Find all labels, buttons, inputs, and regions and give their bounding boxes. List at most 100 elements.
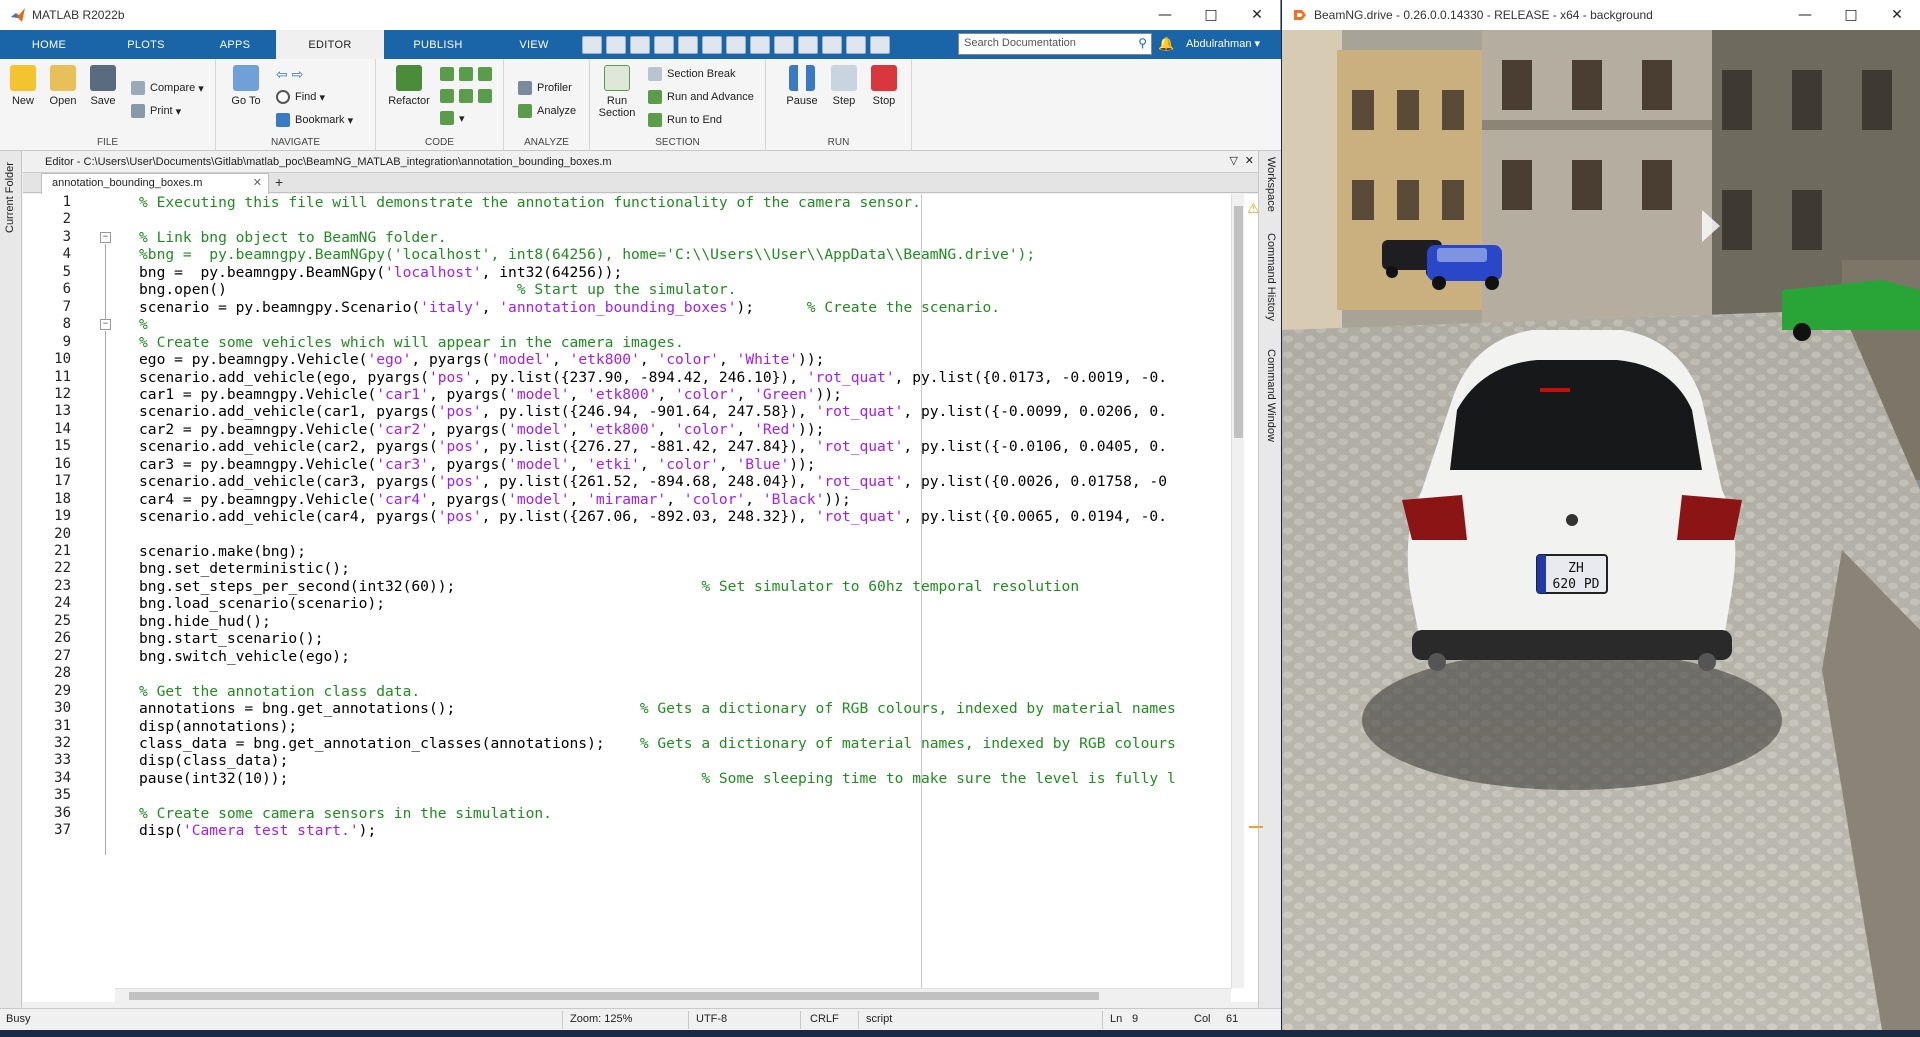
code-line[interactable]: scenario.add_vehicle(car3, pyargs('pos',… bbox=[139, 473, 1167, 490]
current-folder-label[interactable]: Current Folder bbox=[4, 162, 16, 233]
fold-toggle-icon[interactable]: − bbox=[100, 319, 111, 331]
qat-button[interactable] bbox=[774, 35, 794, 54]
run-to-end-button[interactable]: Run to End bbox=[648, 111, 722, 129]
file-tab[interactable]: annotation_bounding_boxes.m ✕ bbox=[41, 173, 269, 194]
code-line[interactable]: scenario.make(bng); bbox=[139, 543, 306, 560]
code-line[interactable]: class_data = bng.get_annotation_classes(… bbox=[139, 735, 1176, 752]
code-tools-row-1[interactable] bbox=[440, 65, 497, 83]
code-line[interactable]: % Link bng object to BeamNG folder. bbox=[139, 229, 447, 246]
code-tools-row-3[interactable]: ▾ bbox=[440, 109, 465, 127]
qat-button[interactable] bbox=[846, 35, 866, 54]
code-line[interactable]: disp(annotations); bbox=[139, 718, 297, 735]
beamng-minimize-icon[interactable]: — bbox=[1782, 0, 1828, 30]
open-button[interactable]: Open bbox=[43, 65, 83, 107]
code-editor[interactable]: 1 2 3 4 5 6 7 8 9 10 11 12 13 14 15 16 17 18 19 20 21 22 23 24 2… bbox=[23, 194, 1263, 1002]
qat-button[interactable] bbox=[750, 35, 770, 54]
step-button[interactable]: Step bbox=[824, 65, 864, 107]
code-line[interactable]: scenario.add_vehicle(car4, pyargs('pos',… bbox=[139, 508, 1167, 525]
find-button[interactable]: Find ▾ bbox=[276, 88, 325, 106]
code-line[interactable]: car1 = py.beamngpy.Vehicle('car1', pyarg… bbox=[139, 386, 842, 403]
section-break-button[interactable]: Section Break bbox=[648, 65, 735, 83]
qat-button[interactable] bbox=[654, 35, 674, 54]
code-line[interactable]: disp(class_data); bbox=[139, 752, 288, 769]
bell-icon[interactable]: 🔔 bbox=[1158, 36, 1174, 52]
qat-button[interactable] bbox=[726, 35, 746, 54]
code-line[interactable]: bng.start_scenario(); bbox=[139, 630, 324, 647]
save-button[interactable]: Save bbox=[83, 65, 123, 107]
horizontal-scroll-thumb[interactable] bbox=[129, 992, 1099, 1000]
fold-toggle-icon[interactable]: − bbox=[100, 231, 111, 243]
code-line[interactable]: bng.load_scenario(scenario); bbox=[139, 595, 385, 612]
minimize-icon[interactable]: — bbox=[1142, 0, 1188, 30]
back-forward-buttons[interactable]: ⇦ ⇨ bbox=[276, 65, 303, 83]
vertical-scrollbar[interactable] bbox=[1231, 194, 1244, 988]
code-line[interactable]: scenario = py.beamngpy.Scenario('italy',… bbox=[139, 299, 1000, 316]
profiler-button[interactable]: Profiler bbox=[518, 79, 572, 97]
tab-view[interactable]: VIEW bbox=[492, 30, 576, 59]
code-line[interactable]: disp('Camera test start.'); bbox=[139, 822, 376, 839]
search-icon[interactable]: ⚲ bbox=[1138, 36, 1147, 50]
tab-apps[interactable]: APPS bbox=[194, 30, 276, 59]
code-line[interactable]: bng.switch_vehicle(ego); bbox=[139, 648, 350, 665]
game-viewport[interactable]: ZH 620 PD bbox=[1282, 30, 1920, 1030]
beamng-titlebar[interactable]: BeamNG.drive - 0.26.0.0.14330 - RELEASE … bbox=[1282, 0, 1920, 30]
code-line[interactable]: bng.set_deterministic(); bbox=[139, 560, 350, 577]
qat-button[interactable] bbox=[870, 35, 890, 54]
code-line[interactable]: annotations = bng.get_annotations(); % G… bbox=[139, 700, 1176, 717]
code-line[interactable]: % bbox=[139, 316, 148, 333]
compare-button[interactable]: Compare ▾ bbox=[131, 79, 204, 97]
code-line[interactable]: % Get the annotation class data. bbox=[139, 683, 420, 700]
code-view[interactable]: % Executing this file will demonstrate t… bbox=[115, 194, 1231, 988]
code-line[interactable]: scenario.add_vehicle(ego, pyargs('pos', … bbox=[139, 369, 1167, 386]
close-icon[interactable]: ✕ bbox=[1234, 0, 1280, 30]
code-line[interactable]: ego = py.beamngpy.Vehicle('ego', pyargs(… bbox=[139, 351, 824, 368]
user-menu[interactable]: Abdulrahman ▾ bbox=[1186, 37, 1260, 50]
matlab-titlebar[interactable]: MATLAB R2022b — □ ✕ bbox=[0, 0, 1280, 30]
search-documentation-input[interactable]: Search Documentation ⚲ bbox=[958, 33, 1152, 55]
run-section-button[interactable]: Run Section bbox=[594, 65, 640, 119]
qat-button[interactable] bbox=[822, 35, 842, 54]
editor-close-icon[interactable]: ✕ bbox=[1245, 154, 1254, 167]
code-line[interactable]: car4 = py.beamngpy.Vehicle('car4', pyarg… bbox=[139, 491, 851, 508]
code-line[interactable]: scenario.add_vehicle(car2, pyargs('pos',… bbox=[139, 438, 1167, 455]
code-line[interactable]: bng.hide_hud(); bbox=[139, 613, 271, 630]
editor-options-icon[interactable]: ▽ bbox=[1230, 154, 1238, 167]
horizontal-scrollbar[interactable] bbox=[115, 988, 1231, 1002]
code-line[interactable]: pause(int32(10)); % Some sleeping time t… bbox=[139, 770, 1176, 787]
print-button[interactable]: Print ▾ bbox=[131, 102, 181, 120]
tab-home[interactable]: HOME bbox=[0, 30, 98, 59]
code-line[interactable]: scenario.add_vehicle(car1, pyargs('pos',… bbox=[139, 403, 1167, 420]
command-window-label[interactable]: Command Window bbox=[1265, 349, 1277, 442]
analyze-button[interactable]: Analyze bbox=[518, 102, 576, 120]
maximize-icon[interactable]: □ bbox=[1188, 0, 1234, 30]
current-folder-strip[interactable]: Current Folder bbox=[0, 151, 22, 1011]
warning-marker[interactable] bbox=[1249, 826, 1263, 828]
stop-button[interactable]: Stop bbox=[864, 65, 904, 107]
code-line[interactable]: car3 = py.beamngpy.Vehicle('car3', pyarg… bbox=[139, 456, 816, 473]
qat-button[interactable] bbox=[582, 35, 602, 54]
command-history-label[interactable]: Command History bbox=[1265, 233, 1277, 321]
bookmark-button[interactable]: Bookmark ▾ bbox=[276, 111, 353, 129]
goto-button[interactable]: Go To bbox=[226, 65, 266, 107]
run-and-advance-button[interactable]: Run and Advance bbox=[648, 88, 754, 106]
close-tab-icon[interactable]: ✕ bbox=[253, 176, 262, 189]
tab-publish[interactable]: PUBLISH bbox=[384, 30, 492, 59]
new-tab-icon[interactable]: + bbox=[275, 174, 283, 190]
code-line[interactable]: bng.set_steps_per_second(int32(60)); % S… bbox=[139, 578, 1079, 595]
code-line[interactable]: car2 = py.beamngpy.Vehicle('car2', pyarg… bbox=[139, 421, 824, 438]
code-line[interactable]: bng.open() % Start up the simulator. bbox=[139, 281, 736, 298]
qat-button[interactable] bbox=[798, 35, 818, 54]
new-button[interactable]: New bbox=[3, 65, 43, 107]
code-line[interactable]: % Executing this file will demonstrate t… bbox=[139, 194, 921, 211]
qat-button[interactable] bbox=[702, 35, 722, 54]
tab-editor[interactable]: EDITOR bbox=[276, 30, 384, 59]
code-tools-row-2[interactable] bbox=[440, 87, 497, 105]
code-line[interactable]: bng = py.beamngpy.BeamNGpy('localhost', … bbox=[139, 264, 622, 281]
code-line[interactable]: %bng = py.beamngpy.BeamNGpy('localhost',… bbox=[139, 246, 1035, 263]
code-line[interactable]: % Create some vehicles which will appear… bbox=[139, 334, 684, 351]
beamng-maximize-icon[interactable]: □ bbox=[1828, 0, 1874, 30]
code-line[interactable]: % Create some camera sensors in the simu… bbox=[139, 805, 552, 822]
refactor-button[interactable]: Refactor bbox=[382, 65, 436, 107]
beamng-close-icon[interactable]: ✕ bbox=[1874, 0, 1920, 30]
pause-button[interactable]: Pause bbox=[782, 65, 822, 107]
